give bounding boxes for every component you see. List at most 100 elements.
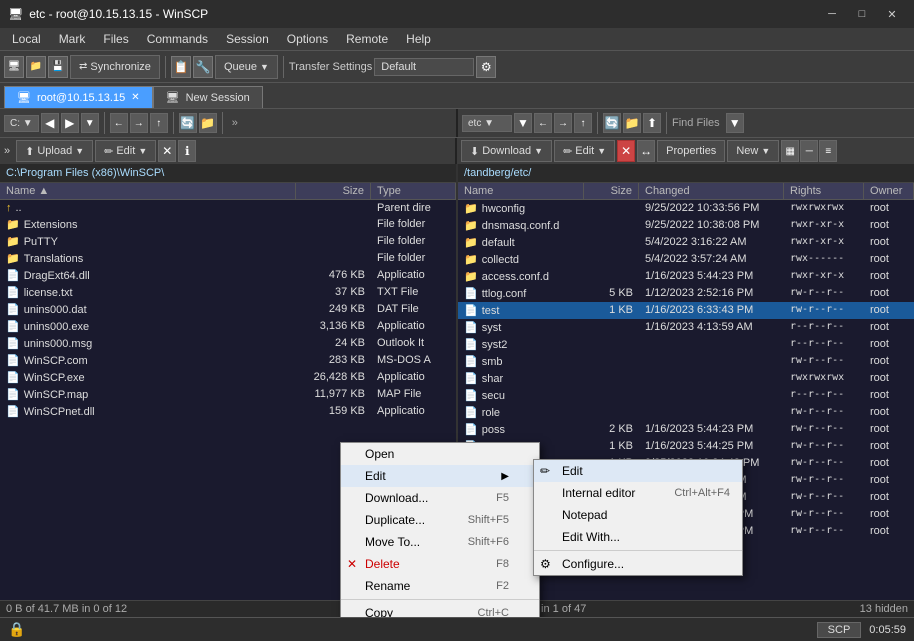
right-nav-up[interactable]: ↑	[574, 113, 592, 133]
right-nav-filter[interactable]: ▼	[514, 113, 532, 133]
upload-button[interactable]: ⬆ Upload ▼	[16, 140, 93, 162]
toolbar-icon3[interactable]: 💾	[48, 56, 68, 78]
sub-internal-editor[interactable]: Internal editor Ctrl+Alt+F4	[534, 482, 742, 504]
right-file-row[interactable]: 📁 access.conf.d 1/16/2023 5:44:23 PM rwx…	[458, 268, 914, 285]
download-button[interactable]: ⬇ Download ▼	[461, 140, 552, 162]
left-refresh[interactable]: 🔄	[179, 113, 197, 133]
left-nav-back[interactable]: ←	[110, 113, 128, 133]
ctx-delete[interactable]: ✕ Delete F8	[341, 553, 539, 575]
right-file-row[interactable]: 📄 role rw-r--r-- root	[458, 404, 914, 421]
toolbar-icon2[interactable]: 📁	[26, 56, 46, 78]
toolbar-icon5[interactable]: 🔧	[193, 56, 213, 78]
left-nav-btn2[interactable]: ▶	[61, 113, 79, 133]
sub-configure[interactable]: ⚙ Configure...	[534, 553, 742, 575]
drive-select[interactable]: C: ▼	[4, 115, 39, 132]
left-file-row[interactable]: 📄 unins000.exe 3,136 KB Applicatio	[0, 318, 456, 335]
left-nav-btn3[interactable]: ▼	[81, 113, 99, 133]
sub-edit-with[interactable]: Edit With...	[534, 526, 742, 548]
toolbar-settings-icon[interactable]: ⚙	[476, 56, 496, 78]
delete-btn-right[interactable]: ✕	[617, 140, 635, 162]
expand-btn2[interactable]: »	[4, 145, 10, 157]
maximize-button[interactable]: □	[848, 4, 876, 24]
tab-close-button[interactable]: ✕	[131, 92, 139, 103]
ctx-duplicate[interactable]: Duplicate... Shift+F5	[341, 509, 539, 531]
right-file-row[interactable]: 📁 hwconfig 9/25/2022 10:33:56 PM rwxrwxr…	[458, 200, 914, 217]
view-btn2[interactable]: ─	[800, 140, 818, 162]
ctx-edit[interactable]: Edit ▶	[341, 465, 539, 487]
toolbar-icon4[interactable]: 📋	[171, 56, 191, 78]
left-new-folder[interactable]: 📁	[199, 113, 217, 133]
left-file-row[interactable]: 📄 WinSCPnet.dll 159 KB Applicatio	[0, 403, 456, 420]
menu-local[interactable]: Local	[4, 30, 49, 48]
left-file-row[interactable]: 📄 unins000.dat 249 KB DAT File	[0, 301, 456, 318]
menu-mark[interactable]: Mark	[51, 30, 94, 48]
synchronize-button[interactable]: ⇄ Synchronize	[70, 55, 160, 79]
view-btn3[interactable]: ≡	[819, 140, 837, 162]
left-file-row[interactable]: 📁 Translations File folder	[0, 250, 456, 267]
edit-button-right[interactable]: ✏ Edit ▼	[554, 140, 615, 162]
delete-btn-left[interactable]: ✕	[158, 140, 176, 162]
toolbar-icon1[interactable]: 🖥	[4, 56, 24, 78]
menu-remote[interactable]: Remote	[338, 30, 396, 48]
left-file-row[interactable]: 📄 WinSCP.map 11,977 KB MAP File	[0, 386, 456, 403]
ctx-rename[interactable]: Rename F2	[341, 575, 539, 597]
new-button[interactable]: New ▼	[727, 140, 779, 162]
right-new-folder[interactable]: 📁	[623, 113, 641, 133]
right-col-owner[interactable]: Owner	[864, 183, 914, 199]
left-file-row[interactable]: 📄 unins000.msg 24 KB Outlook It	[0, 335, 456, 352]
right-file-row[interactable]: 📄 shar rwxrwxrwx root	[458, 370, 914, 387]
right-col-size[interactable]: Size	[584, 183, 639, 199]
ctx-copy[interactable]: Copy Ctrl+C	[341, 602, 539, 617]
right-file-row[interactable]: 📄 smb rw-r--r-- root	[458, 353, 914, 370]
left-file-row[interactable]: 📁 Extensions File folder	[0, 216, 456, 233]
right-dir-dropdown[interactable]: etc ▼	[462, 115, 512, 132]
right-more[interactable]: ▼	[726, 113, 744, 133]
right-file-row[interactable]: 📄 syst2 r--r--r-- root	[458, 336, 914, 353]
move-btn-right[interactable]: ↔	[637, 140, 655, 162]
properties-btn-left[interactable]: ℹ	[178, 140, 196, 162]
right-col-rights[interactable]: Rights	[784, 183, 864, 199]
minimize-button[interactable]: ─	[818, 4, 846, 24]
edit-button-left[interactable]: ✏ Edit ▼	[95, 140, 156, 162]
left-file-row[interactable]: ↑ .. Parent dire	[0, 200, 456, 216]
left-file-row[interactable]: 📄 WinSCP.exe 26,428 KB Applicatio	[0, 369, 456, 386]
right-upload[interactable]: ⬆	[643, 113, 661, 133]
sub-edit[interactable]: ✏ Edit	[534, 460, 742, 482]
menu-options[interactable]: Options	[279, 30, 336, 48]
find-files-btn[interactable]: Find Files	[672, 117, 720, 129]
left-nav-btn1[interactable]: ◀	[41, 113, 59, 133]
properties-button[interactable]: Properties	[657, 140, 725, 162]
right-file-row[interactable]: 📁 dnsmasq.conf.d 9/25/2022 10:38:08 PM r…	[458, 217, 914, 234]
right-file-row[interactable]: 📁 default 5/4/2022 3:16:22 AM rwxr-xr-x …	[458, 234, 914, 251]
menu-commands[interactable]: Commands	[139, 30, 216, 48]
left-col-size[interactable]: Size	[296, 183, 371, 199]
view-btn1[interactable]: ▦	[781, 140, 799, 162]
right-col-name[interactable]: Name	[458, 183, 584, 199]
ctx-download[interactable]: Download... F5	[341, 487, 539, 509]
right-file-row[interactable]: 📄 syst 1/16/2023 4:13:59 AM r--r--r-- ro…	[458, 319, 914, 336]
right-nav-back[interactable]: ←	[534, 113, 552, 133]
left-col-name[interactable]: Name ▲	[0, 183, 296, 199]
close-button[interactable]: ✕	[878, 4, 906, 24]
ctx-open[interactable]: Open	[341, 443, 539, 465]
right-file-row[interactable]: 📄 poss 2 KB 1/16/2023 5:44:23 PM rw-r--r…	[458, 421, 914, 438]
tab-session1[interactable]: 🖥 root@10.15.13.15 ✕	[4, 86, 153, 108]
right-nav-fwd[interactable]: →	[554, 113, 572, 133]
tab-new-session[interactable]: 🖥 New Session	[153, 86, 263, 108]
right-col-changed[interactable]: Changed	[639, 183, 784, 199]
menu-session[interactable]: Session	[218, 30, 277, 48]
left-file-row[interactable]: 📁 PuTTY File folder	[0, 233, 456, 250]
ctx-moveto[interactable]: Move To... Shift+F6	[341, 531, 539, 553]
menu-files[interactable]: Files	[95, 30, 136, 48]
queue-button[interactable]: Queue ▼	[215, 55, 278, 79]
right-file-row[interactable]: 📁 collectd 5/4/2022 3:57:24 AM rwx------…	[458, 251, 914, 268]
right-file-row[interactable]: 📄 secu r--r--r-- root	[458, 387, 914, 404]
left-file-row[interactable]: 📄 DragExt64.dll 476 KB Applicatio	[0, 267, 456, 284]
right-file-row[interactable]: 📄 ttlog.conf 5 KB 1/12/2023 2:52:16 PM r…	[458, 285, 914, 302]
right-file-row[interactable]: 📄 test 1 KB 1/16/2023 6:33:43 PM rw-r--r…	[458, 302, 914, 319]
sub-notepad[interactable]: Notepad	[534, 504, 742, 526]
left-col-type[interactable]: Type	[371, 183, 456, 199]
left-file-row[interactable]: 📄 WinSCP.com 283 KB MS-DOS A	[0, 352, 456, 369]
left-nav-up[interactable]: ↑	[150, 113, 168, 133]
right-refresh[interactable]: 🔄	[603, 113, 621, 133]
